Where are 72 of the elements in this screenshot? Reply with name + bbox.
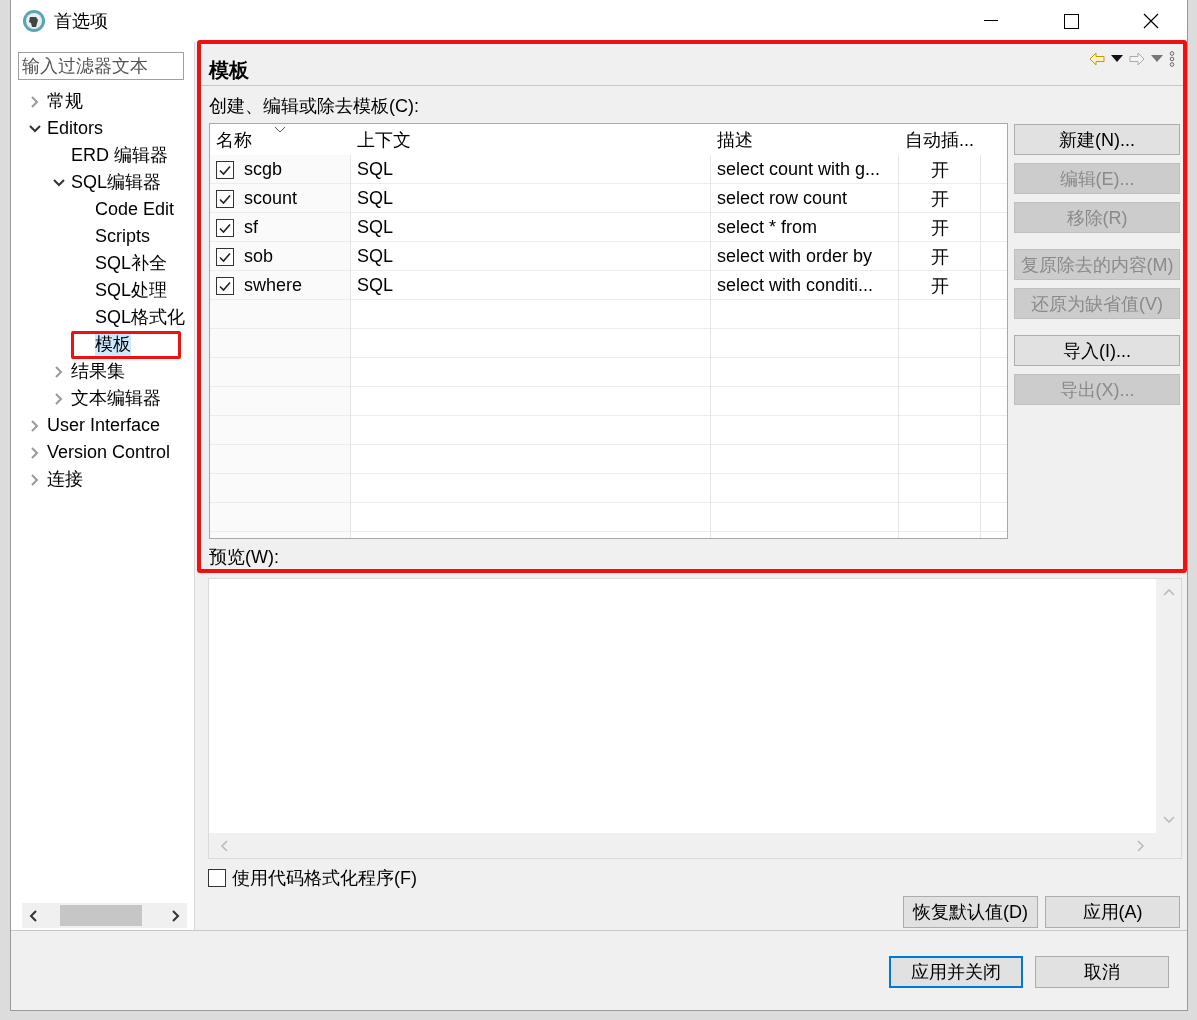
tree-item[interactable]: User Interface — [47, 414, 161, 437]
checkbox[interactable] — [216, 218, 234, 237]
dropdown-icon[interactable] — [1111, 55, 1123, 62]
minimize-icon[interactable] — [984, 20, 998, 22]
chevron-right-icon[interactable] — [30, 94, 40, 109]
chevron-down-icon[interactable] — [28, 123, 42, 134]
table-cell: sf — [244, 217, 258, 238]
tree-item[interactable]: Editors — [47, 117, 104, 140]
more-icon[interactable] — [1169, 50, 1175, 67]
app-icon — [22, 9, 46, 33]
table-cell: select with conditi... — [717, 275, 874, 296]
chevron-right-icon[interactable] — [54, 391, 64, 406]
table-cell-text: 开 — [931, 245, 949, 269]
chevron-down-icon[interactable] — [52, 177, 66, 188]
chevron-right-icon[interactable] — [30, 472, 40, 487]
tree-item[interactable]: ERD 编辑器 — [71, 144, 168, 167]
checkbox[interactable] — [216, 276, 234, 295]
tree-item[interactable]: 常规 — [47, 90, 83, 113]
table-cell: select * from — [717, 217, 818, 238]
table-cell: scgb — [244, 159, 283, 180]
tree-item[interactable]: SQL处理 — [95, 279, 168, 302]
chevron-right-icon[interactable] — [30, 418, 40, 433]
tree-item[interactable]: 连接 — [47, 468, 83, 491]
action-button[interactable]: 恢复默认值(D) — [903, 896, 1038, 928]
tree-item[interactable]: Scripts — [95, 225, 150, 248]
chevron-right-icon[interactable] — [54, 364, 64, 379]
scroll-left-icon[interactable] — [28, 908, 40, 923]
table-cell: SQL — [357, 188, 394, 209]
back-arrow-icon[interactable] — [1089, 51, 1105, 66]
checkbox[interactable] — [216, 247, 234, 266]
tree-item[interactable]: Code Edit — [95, 198, 175, 221]
forward-arrow-icon[interactable] — [1129, 51, 1145, 66]
tree-item[interactable]: 模板 — [95, 333, 131, 356]
table-cell: select with order by — [717, 246, 873, 267]
horizontal-scrollbar[interactable] — [22, 903, 187, 928]
table-cell: SQL — [357, 246, 394, 267]
action-button[interactable]: 导入(I)... — [1014, 335, 1180, 366]
table-cell: SQL — [357, 159, 394, 180]
page-title: 模板 — [209, 58, 249, 83]
tree-item[interactable]: SQL补全 — [95, 252, 168, 275]
checkbox[interactable] — [208, 869, 226, 887]
table-cell: swhere — [244, 275, 303, 296]
table-cell: select count with g... — [717, 159, 881, 180]
table-cell: SQL — [357, 217, 394, 238]
tree-item[interactable]: 文本编辑器 — [71, 387, 161, 410]
table-cell: scount — [244, 188, 298, 209]
dialog-button[interactable]: 取消 — [1035, 956, 1169, 988]
tree-item[interactable]: SQL编辑器 — [71, 171, 162, 194]
chevron-right-icon[interactable] — [30, 445, 40, 460]
dialog-button[interactable]: 应用并关闭 — [889, 956, 1023, 988]
action-button[interactable]: 应用(A) — [1045, 896, 1180, 928]
table-cell: select row count — [717, 188, 848, 209]
table-cell-text: 开 — [931, 158, 949, 182]
preview-label: 预览(W): — [209, 546, 280, 569]
action-button[interactable]: 新建(N)... — [1014, 124, 1180, 155]
close-icon[interactable] — [1143, 13, 1159, 29]
checkbox[interactable] — [216, 160, 234, 179]
tree-item[interactable]: SQL格式化 — [95, 306, 186, 329]
table-cell-text: 开 — [931, 274, 949, 298]
table-cell: SQL — [357, 275, 394, 296]
maximize-icon[interactable] — [1063, 13, 1079, 29]
checkbox[interactable] — [216, 189, 234, 208]
window-title: 首选项 — [54, 10, 108, 33]
scroll-right-icon[interactable] — [169, 908, 181, 923]
table-cell-text: 开 — [931, 187, 949, 211]
table-cell: sob — [244, 246, 274, 267]
table-cell-text: 开 — [931, 216, 949, 240]
tree-item[interactable]: 结果集 — [71, 360, 125, 383]
checkbox-label: 使用代码格式化程序(F) — [232, 867, 417, 890]
filter-field[interactable]: 输入过滤器文本 — [18, 52, 184, 80]
table-label: 创建、编辑或除去模板(C): — [209, 95, 420, 118]
tree-item[interactable]: Version Control — [47, 441, 171, 464]
